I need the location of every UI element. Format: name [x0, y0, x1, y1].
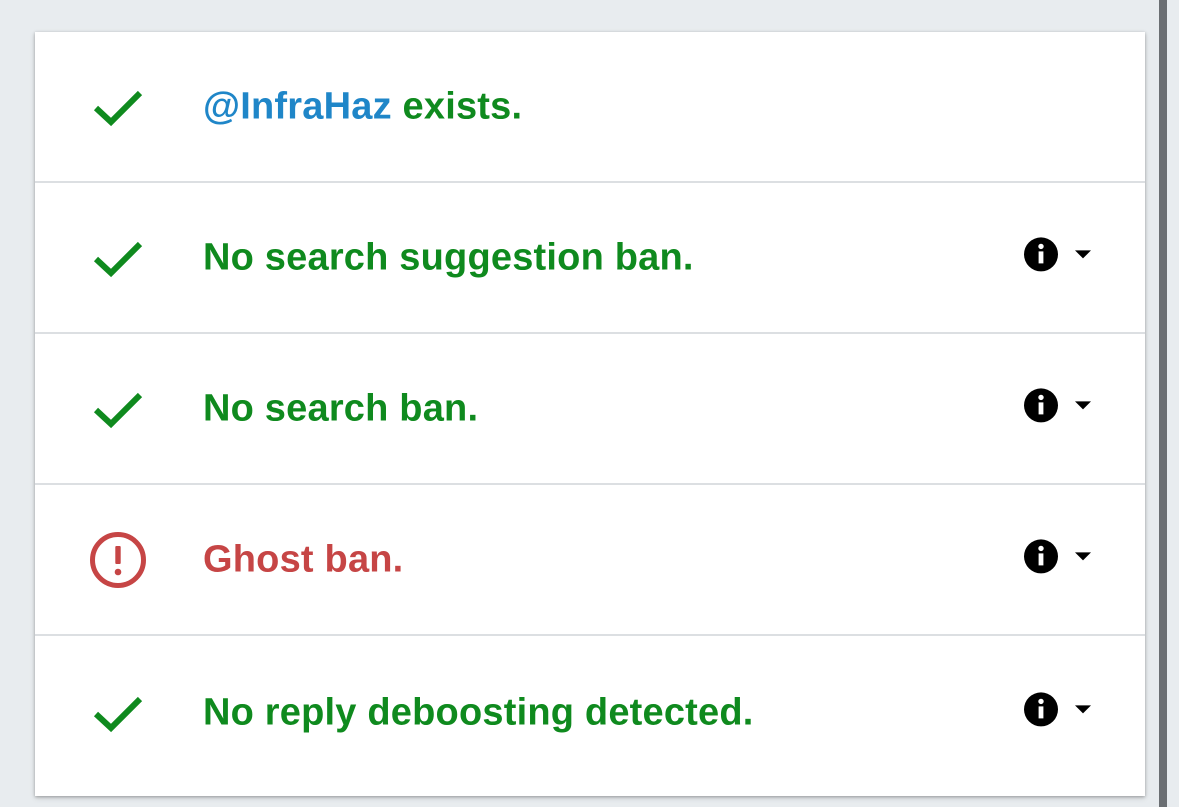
caret-down-icon[interactable] [1073, 703, 1093, 715]
result-row-search-suggestion-ban: No search suggestion ban. [35, 183, 1145, 334]
result-text: No search suggestion ban. [203, 236, 694, 278]
row-actions [1023, 387, 1093, 423]
result-row-search-ban: No search ban. [35, 334, 1145, 485]
row-actions [1023, 691, 1093, 727]
info-icon[interactable] [1023, 236, 1059, 272]
result-text-suffix: exists. [391, 85, 523, 127]
result-row-account-exists: @InfraHaz exists. [35, 32, 1145, 183]
check-icon [88, 379, 148, 439]
result-text: @InfraHaz exists. [203, 85, 522, 128]
result-text: No search ban. [203, 387, 479, 429]
info-icon[interactable] [1023, 691, 1059, 727]
results-card: @InfraHaz exists. No search suggestion b… [35, 32, 1145, 796]
page-scrollbar[interactable] [1159, 0, 1167, 807]
info-icon[interactable] [1023, 387, 1059, 423]
result-text: Ghost ban. [203, 538, 404, 580]
info-icon[interactable] [1023, 538, 1059, 574]
row-actions [1023, 236, 1093, 272]
row-actions [1023, 538, 1093, 574]
result-text: No reply deboosting detected. [203, 691, 754, 734]
check-icon [88, 77, 148, 137]
caret-down-icon[interactable] [1073, 550, 1093, 562]
check-icon [88, 683, 148, 743]
check-icon [88, 228, 148, 288]
username-link[interactable]: @InfraHaz [203, 85, 392, 127]
alert-circle-icon [88, 530, 148, 590]
result-row-ghost-ban: Ghost ban. [35, 485, 1145, 636]
caret-down-icon[interactable] [1073, 248, 1093, 260]
result-row-reply-deboosting: No reply deboosting detected. [35, 636, 1145, 790]
caret-down-icon[interactable] [1073, 399, 1093, 411]
